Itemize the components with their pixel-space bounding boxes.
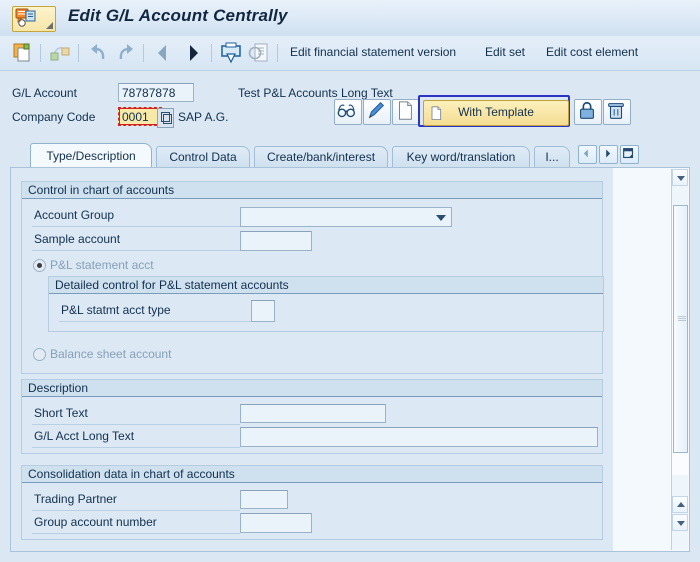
tab-information[interactable]: I... — [534, 146, 570, 167]
tab-strip: Type/Description Control Data Create/ban… — [10, 143, 690, 168]
pl-statement-acct-label: P&L statement acct — [50, 258, 154, 272]
short-text-label: Short Text — [34, 406, 88, 420]
transaction-glyph-icon — [15, 8, 36, 27]
tab-type-description[interactable]: Type/Description — [30, 143, 152, 168]
tab-control-data[interactable]: Control Data — [156, 146, 250, 167]
scrollbar-thumb[interactable] — [673, 205, 688, 453]
back-arrow-icon — [151, 41, 175, 65]
trading-partner-label: Trading Partner — [34, 492, 117, 506]
field-underline — [32, 250, 240, 251]
company-code-input[interactable] — [118, 107, 162, 126]
lock-button[interactable] — [574, 99, 602, 125]
account-group-dropdown[interactable] — [240, 207, 452, 227]
group-description: Description Short Text G/L Acct Long Tex… — [21, 379, 603, 454]
balance-sheet-account-radio[interactable] — [33, 348, 46, 361]
toolbar-separator — [277, 44, 278, 62]
page-title: Edit G/L Account Centrally — [68, 6, 288, 25]
pl-statmt-acct-type-label: P&L statmt acct type — [61, 303, 171, 317]
new-object-icon[interactable] — [10, 41, 34, 65]
chevron-down-icon — [436, 215, 446, 221]
scroll-down-button-top[interactable] — [672, 169, 688, 186]
subgroup-title-detailed-control: Detailed control for P&L statement accou… — [49, 277, 603, 294]
short-text-input[interactable] — [240, 404, 386, 423]
triangle-right-icon — [606, 149, 611, 158]
padlock-icon — [580, 101, 594, 119]
change-button[interactable] — [363, 99, 391, 125]
pl-statmt-acct-type-input[interactable] — [251, 300, 275, 322]
with-template-button[interactable]: With Template — [423, 100, 569, 126]
group-control-in-chart-of-accounts: Control in chart of accounts Account Gro… — [21, 181, 604, 374]
other-object-icon — [48, 41, 72, 65]
forward-arrow-icon[interactable] — [181, 41, 205, 65]
glasses-icon — [337, 104, 356, 118]
field-underline — [32, 424, 240, 425]
group-account-number-input[interactable] — [240, 513, 312, 533]
search-help-icon[interactable] — [157, 108, 174, 128]
balance-sheet-account-label: Balance sheet account — [50, 347, 172, 361]
toolbar-separator — [40, 44, 41, 62]
toolbar-separator — [78, 44, 79, 62]
subgroup-detailed-control: Detailed control for P&L statement accou… — [48, 276, 604, 332]
redo-icon — [114, 41, 138, 65]
group-consolidation-data: Consolidation data in chart of accounts … — [21, 465, 603, 540]
account-group-label: Account Group — [34, 208, 115, 222]
printer-icon[interactable] — [219, 41, 243, 65]
pencil-icon — [368, 102, 385, 119]
trading-partner-input[interactable] — [240, 490, 288, 509]
gl-acct-long-text-input[interactable] — [240, 427, 598, 447]
undo-icon — [86, 41, 110, 65]
display-document-icon — [247, 41, 271, 65]
trash-icon — [608, 103, 624, 119]
triangle-left-icon — [583, 149, 588, 158]
field-underline — [32, 533, 240, 534]
group-title-consolidation-data: Consolidation data in chart of accounts — [22, 466, 602, 483]
with-template-label: With Template — [458, 105, 534, 119]
tab-list-icon — [623, 148, 634, 159]
tab-content-panel: Control in chart of accounts Account Gro… — [10, 167, 690, 552]
blank-document-icon — [398, 101, 412, 120]
with-template-focus-frame: With Template — [418, 95, 570, 127]
edit-set-link[interactable]: Edit set — [485, 45, 525, 59]
group-account-number-label: Group account number — [34, 515, 157, 529]
field-underline — [32, 226, 240, 227]
toolbar-separator — [211, 44, 212, 62]
company-code-label: Company Code — [12, 110, 96, 124]
gl-acct-long-text-label: G/L Acct Long Text — [34, 429, 135, 443]
tab-scroll-right-button[interactable] — [599, 145, 618, 164]
field-underline — [32, 510, 240, 511]
gl-account-description: Test P&L Accounts Long Text — [238, 86, 393, 100]
scroll-up-button-bottom[interactable] — [672, 496, 688, 513]
title-bar: Edit G/L Account Centrally — [0, 0, 700, 37]
application-toolbar: Edit financial statement version Edit se… — [0, 36, 700, 71]
group-title-control-in-chart-of-accounts: Control in chart of accounts — [22, 182, 602, 199]
create-button[interactable] — [392, 99, 420, 125]
tab-create-bank-interest[interactable]: Create/bank/interest — [254, 146, 388, 167]
gl-account-input[interactable] — [118, 83, 194, 102]
tab-key-word-translation[interactable]: Key word/translation — [392, 146, 530, 167]
scroll-down-button-bottom[interactable] — [672, 514, 688, 531]
display-changes-button[interactable] — [334, 99, 362, 125]
edit-financial-statement-version-link[interactable]: Edit financial statement version — [290, 45, 456, 59]
company-code-description: SAP A.G. — [178, 110, 229, 124]
pl-statement-acct-radio[interactable] — [33, 259, 46, 272]
group-title-description: Description — [22, 380, 602, 397]
field-underline — [32, 447, 240, 448]
vertical-scrollbar[interactable] — [671, 169, 688, 550]
delete-button[interactable] — [603, 99, 631, 125]
tab-scroll-left-button[interactable] — [578, 145, 597, 164]
toolbar-separator — [143, 44, 144, 62]
gl-account-label: G/L Account — [12, 86, 77, 100]
sap-gui-window: Edit G/L Account Centrally Edit financia… — [0, 0, 700, 562]
edit-cost-element-link[interactable]: Edit cost element — [546, 45, 638, 59]
field-underline — [59, 321, 251, 322]
form-scroll-pane: Control in chart of accounts Account Gro… — [11, 168, 613, 551]
scrollbar-grip — [678, 316, 686, 321]
sample-account-label: Sample account — [34, 232, 121, 246]
tab-list-button[interactable] — [620, 145, 639, 164]
sap-transaction-icon — [12, 6, 56, 32]
sample-account-input[interactable] — [240, 231, 312, 251]
icon-corner-marker — [46, 22, 53, 29]
